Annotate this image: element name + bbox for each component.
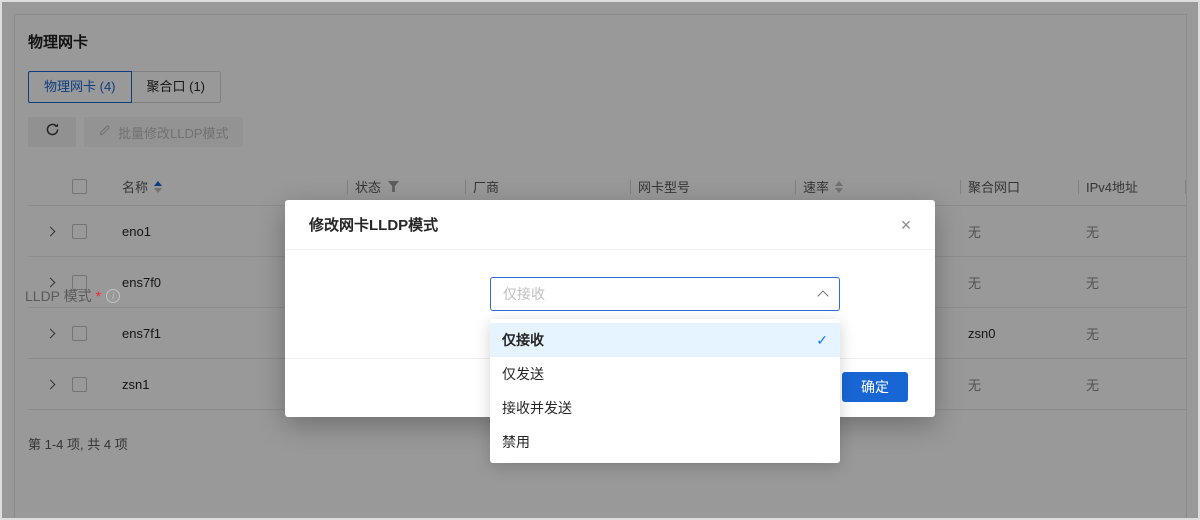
lldp-options-dropdown: 仅接收 ✓ 仅发送 接收并发送 禁用 — [490, 319, 840, 463]
option-receive-and-send[interactable]: 接收并发送 — [490, 391, 840, 425]
option-disabled[interactable]: 禁用 — [490, 425, 840, 459]
lldp-mode-select[interactable]: 仅接收 — [490, 277, 840, 311]
chevron-up-icon — [817, 290, 828, 301]
option-receive-only[interactable]: 仅接收 ✓ — [490, 323, 840, 357]
select-value: 仅接收 — [503, 284, 545, 304]
check-icon: ✓ — [816, 332, 828, 349]
info-icon: i — [106, 289, 120, 303]
physical-nic-page: 物理网卡 物理网卡 (4) 聚合口 (1) 批量修改LLDP模式 名称 — [0, 0, 1200, 520]
modal-header: 修改网卡LLDP模式 — [285, 200, 935, 250]
required-asterisk: * — [96, 288, 101, 304]
close-button[interactable]: × — [893, 212, 919, 238]
modal-title: 修改网卡LLDP模式 — [309, 214, 438, 235]
ok-button[interactable]: 确定 — [842, 372, 908, 402]
close-icon: × — [901, 215, 912, 236]
option-send-only[interactable]: 仅发送 — [490, 357, 840, 391]
lldp-mode-field-label: LLDP 模式 * i — [25, 286, 120, 306]
